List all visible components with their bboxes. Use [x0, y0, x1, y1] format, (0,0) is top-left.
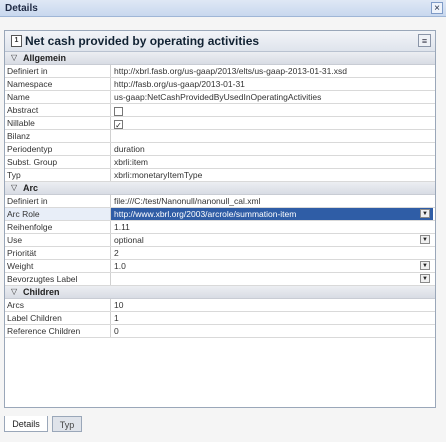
- chevron-down-icon[interactable]: ▼: [420, 261, 430, 270]
- property-value[interactable]: http://fasb.org/us-gaap/2013-01-31: [111, 78, 433, 90]
- element-icon: 1: [11, 35, 22, 47]
- property-row[interactable]: Arcs 10: [5, 299, 435, 312]
- property-row[interactable]: Periodentyp duration: [5, 143, 435, 156]
- property-row[interactable]: Definiert in http://xbrl.fasb.org/us-gaa…: [5, 65, 435, 78]
- property-value: [111, 104, 433, 116]
- property-value[interactable]: 10: [111, 299, 433, 311]
- property-label: Namespace: [5, 78, 111, 90]
- details-window: Details × 1 Net cash provided by operati…: [0, 0, 446, 442]
- section-title: Arc: [23, 183, 39, 193]
- property-value[interactable]: 1.11: [111, 221, 433, 233]
- property-label: Periodentyp: [5, 143, 111, 155]
- property-label: Bevorzugtes Label: [5, 273, 111, 285]
- property-label: Name: [5, 91, 111, 103]
- property-value[interactable]: xbrli:monetaryItemType: [111, 169, 433, 181]
- panel-menu-icon[interactable]: ≡: [418, 34, 431, 47]
- section-allgemein[interactable]: ▽ Allgemein: [5, 52, 435, 65]
- property-row[interactable]: Weight 1.0 ▼: [5, 260, 435, 273]
- titlebar: Details ×: [0, 0, 446, 17]
- close-icon[interactable]: ×: [431, 2, 443, 14]
- select-value: http://www.xbrl.org/2003/arcrole/summati…: [114, 209, 297, 219]
- preferred-label-select[interactable]: ▼: [111, 273, 433, 285]
- window-title: Details: [5, 3, 38, 14]
- properties-panel: 1 Net cash provided by operating activit…: [4, 30, 436, 408]
- property-value[interactable]: 0: [111, 325, 433, 337]
- use-select[interactable]: optional ▼: [111, 234, 433, 246]
- select-value: optional: [114, 235, 144, 245]
- property-label: Priorität: [5, 247, 111, 259]
- section-title: Allgemein: [23, 53, 67, 63]
- chevron-down-icon[interactable]: ▼: [420, 274, 430, 283]
- panel-header: 1 Net cash provided by operating activit…: [5, 31, 435, 52]
- property-value[interactable]: file:///C:/test/Nanonull/nanonull_cal.xm…: [111, 195, 433, 207]
- arc-role-select[interactable]: http://www.xbrl.org/2003/arcrole/summati…: [111, 208, 433, 220]
- property-value[interactable]: [111, 130, 433, 142]
- property-value[interactable]: xbrli:item: [111, 156, 433, 168]
- property-value[interactable]: duration: [111, 143, 433, 155]
- section-arc[interactable]: ▽ Arc: [5, 182, 435, 195]
- property-value[interactable]: http://xbrl.fasb.org/us-gaap/2013/elts/u…: [111, 65, 433, 77]
- property-label: Definiert in: [5, 195, 111, 207]
- tab-typ[interactable]: Typ: [52, 416, 82, 432]
- property-label: Definiert in: [5, 65, 111, 77]
- property-row[interactable]: Reference Children 0: [5, 325, 435, 338]
- property-row[interactable]: Nillable ✓: [5, 117, 435, 130]
- property-label: Reference Children: [5, 325, 111, 337]
- nillable-checkbox[interactable]: ✓: [114, 119, 123, 129]
- weight-select[interactable]: 1.0 ▼: [111, 260, 433, 272]
- property-row[interactable]: Subst. Group xbrli:item: [5, 156, 435, 169]
- property-label: Use: [5, 234, 111, 246]
- chevron-down-icon[interactable]: ▼: [420, 235, 430, 244]
- property-row[interactable]: Name us-gaap:NetCashProvidedByUsedInOper…: [5, 91, 435, 104]
- property-row[interactable]: Abstract: [5, 104, 435, 117]
- property-row[interactable]: Bilanz: [5, 130, 435, 143]
- property-label: Reihenfolge: [5, 221, 111, 233]
- property-label: Typ: [5, 169, 111, 181]
- property-label: Arc Role: [5, 208, 111, 220]
- section-title: Children: [23, 287, 60, 297]
- property-row[interactable]: Bevorzugtes Label ▼: [5, 273, 435, 286]
- property-row[interactable]: Typ xbrli:monetaryItemType: [5, 169, 435, 182]
- collapse-icon[interactable]: ▽: [11, 53, 17, 62]
- property-label: Weight: [5, 260, 111, 272]
- property-value[interactable]: 1: [111, 312, 433, 324]
- property-row-selected[interactable]: Arc Role http://www.xbrl.org/2003/arcrol…: [5, 208, 435, 221]
- property-label: Subst. Group: [5, 156, 111, 168]
- property-label: Arcs: [5, 299, 111, 311]
- property-row[interactable]: Definiert in file:///C:/test/Nanonull/na…: [5, 195, 435, 208]
- property-grid: ▽ Allgemein Definiert in http://xbrl.fas…: [5, 52, 435, 338]
- collapse-icon[interactable]: ▽: [11, 287, 17, 296]
- property-label: Label Children: [5, 312, 111, 324]
- property-row[interactable]: Label Children 1: [5, 312, 435, 325]
- panel-title: Net cash provided by operating activitie…: [25, 34, 260, 48]
- chevron-down-icon[interactable]: ▼: [420, 209, 430, 218]
- property-value[interactable]: 2: [111, 247, 433, 259]
- property-row[interactable]: Namespace http://fasb.org/us-gaap/2013-0…: [5, 78, 435, 91]
- select-value: 1.0: [114, 261, 126, 271]
- property-value[interactable]: us-gaap:NetCashProvidedByUsedInOperating…: [111, 91, 433, 103]
- section-children[interactable]: ▽ Children: [5, 286, 435, 299]
- property-value: ✓: [111, 117, 433, 129]
- property-row[interactable]: Priorität 2: [5, 247, 435, 260]
- property-label: Abstract: [5, 104, 111, 116]
- tab-details[interactable]: Details: [4, 416, 48, 432]
- property-row[interactable]: Reihenfolge 1.11: [5, 221, 435, 234]
- collapse-icon[interactable]: ▽: [11, 183, 17, 192]
- property-row[interactable]: Use optional ▼: [5, 234, 435, 247]
- property-label: Bilanz: [5, 130, 111, 142]
- property-label: Nillable: [5, 117, 111, 129]
- abstract-checkbox[interactable]: [114, 106, 123, 116]
